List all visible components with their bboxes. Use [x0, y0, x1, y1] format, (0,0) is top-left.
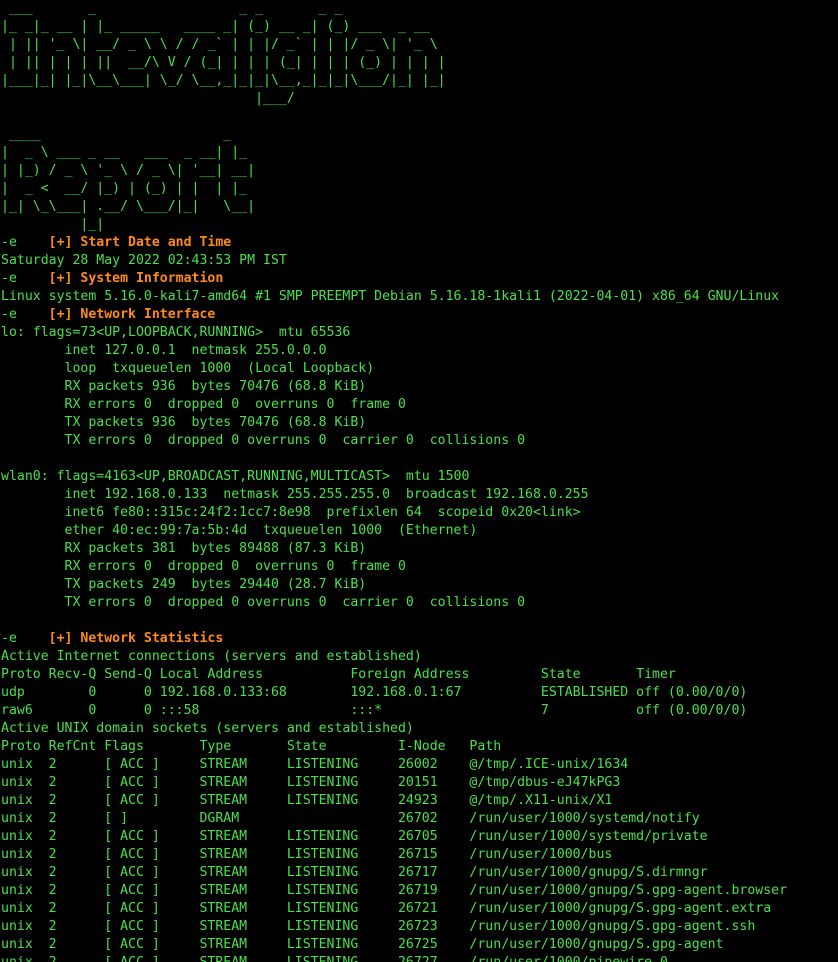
output-line: unix 2 [ ACC ] STREAM LISTENING 24923 @/… [1, 793, 613, 808]
output-line: inet6 fe80::315c:24f2:1cc7:8e98 prefixle… [1, 505, 581, 520]
banner-line: ___ _ _ _ _ _ [1, 1, 343, 16]
output-line: unix 2 [ ACC ] STREAM LISTENING 26723 /r… [1, 919, 756, 934]
section-header: -e [+] Network Statistics [1, 630, 838, 648]
output-line: raw6 0 0 :::58 :::* 7 off (0.00/0/0) [1, 703, 748, 718]
output-line: ether 40:ec:99:7a:5b:4d txqueuelen 1000 … [1, 523, 478, 538]
banner-line: | _ < __/ |_) | (_) | | | |_ [1, 181, 248, 196]
banner-line: |_ _|_ __ | |_ _____ ____ _| (_) __ _| (… [1, 19, 430, 34]
echo-flag-prefix: -e [1, 235, 49, 250]
echo-flag-prefix: -e [1, 307, 49, 322]
banner-line: |___|_| |_|\__\___| \_/ \__,_|_|_|\__,_|… [1, 73, 446, 88]
section-title: [+] Network Statistics [48, 631, 224, 646]
section-title: [+] Network Interface [48, 307, 216, 322]
output-line: inet 192.168.0.133 netmask 255.255.255.0… [1, 487, 589, 502]
echo-flag-prefix: -e [1, 271, 49, 286]
section-header: -e [+] Start Date and Time [1, 234, 838, 252]
output-line: Linux system 5.16.0-kali7-amd64 #1 SMP P… [1, 289, 780, 304]
output-line: TX packets 249 bytes 29440 (28.7 KiB) [1, 577, 367, 592]
output-line: Active Internet connections (servers and… [1, 649, 422, 664]
output-line: Saturday 28 May 2022 02:43:53 PM IST [1, 253, 287, 268]
output-line: unix 2 [ ACC ] STREAM LISTENING 26705 /r… [1, 829, 708, 844]
report-section: -e [+] System Information Linux system 5.… [1, 270, 838, 306]
banner-line: | |_) / _ \ '_ \ / _ \| '__| __| [1, 163, 256, 178]
output-line: unix 2 [ ACC ] STREAM LISTENING 26717 /r… [1, 865, 708, 880]
terminal-window[interactable]: ___ _ _ _ _ _ |_ _|_ __ | |_ _____ ____ _… [1, 0, 838, 962]
output-line: inet 127.0.0.1 netmask 255.0.0.0 [1, 343, 327, 358]
banner-line: ____ _ [1, 127, 232, 142]
output-line: unix 2 [ ACC ] STREAM LISTENING 26002 @/… [1, 757, 629, 772]
banner-line: |_| [1, 217, 105, 232]
section-header: -e [+] Network Interface [1, 306, 838, 324]
output-line: unix 2 [ ACC ] STREAM LISTENING 26725 /r… [1, 937, 724, 952]
banner-line: | || '_ \| __/ _ \ \ / / _` | | |/ _` | … [1, 37, 438, 52]
banner-line [1, 108, 838, 126]
echo-flag-prefix: -e [1, 631, 49, 646]
output-line: unix 2 [ ACC ] STREAM LISTENING 26715 /r… [1, 847, 613, 862]
output-line: unix 2 [ ACC ] STREAM LISTENING 20151 @/… [1, 775, 621, 790]
report-section: -e [+] Network Statistics Active Internet… [1, 630, 838, 962]
section-header: -e [+] System Information [1, 270, 838, 288]
output-line: lo: flags=73<UP,LOOPBACK,RUNNING> mtu 65… [1, 325, 351, 340]
output-line: Proto RefCnt Flags Type State I-Node Pat… [1, 739, 502, 754]
output-line: RX errors 0 dropped 0 overruns 0 frame 0 [1, 397, 406, 412]
report-section: -e [+] Start Date and Time Saturday 28 Ma… [1, 234, 838, 270]
output-line: RX packets 936 bytes 70476 (68.8 KiB) [1, 379, 367, 394]
banner-line: | _ \ ___ _ __ ___ _ __| |_ [1, 145, 248, 160]
output-line: TX packets 936 bytes 70476 (68.8 KiB) [1, 415, 367, 430]
ascii-banner: ___ _ _ _ _ _ |_ _|_ __ | |_ _____ ____ _… [1, 0, 838, 234]
output-line: loop txqueuelen 1000 (Local Loopback) [1, 361, 375, 376]
output-line: RX errors 0 dropped 0 overruns 0 frame 0 [1, 559, 406, 574]
section-title: [+] System Information [48, 271, 224, 286]
banner-line: | || | | | || __/\ V / (_| | | | (_| | |… [1, 55, 446, 70]
output-line: Active UNIX domain sockets (servers and … [1, 721, 414, 736]
output-line: unix 2 [ ACC ] STREAM LISTENING 26721 /r… [1, 901, 772, 916]
output-line: unix 2 [ ACC ] STREAM LISTENING 26719 /r… [1, 883, 788, 898]
output-line: TX errors 0 dropped 0 overruns 0 carrier… [1, 433, 526, 448]
output-line: RX packets 381 bytes 89488 (87.3 KiB) [1, 541, 367, 556]
report-output: -e [+] Start Date and Time Saturday 28 Ma… [1, 234, 838, 962]
output-line: unix 2 [ ] DGRAM 26702 /run/user/1000/sy… [1, 811, 700, 826]
output-line: Proto Recv-Q Send-Q Local Address Foreig… [1, 667, 676, 682]
output-line: wlan0: flags=4163<UP,BROADCAST,RUNNING,M… [1, 469, 470, 484]
output-line: TX errors 0 dropped 0 overruns 0 carrier… [1, 595, 526, 610]
output-line: udp 0 0 192.168.0.133:68 192.168.0.1:67 … [1, 685, 748, 700]
report-section: -e [+] Network Interface lo: flags=73<UP,… [1, 306, 838, 630]
banner-line: |___/ [1, 91, 295, 106]
output-line: unix 2 [ ACC ] STREAM LISTENING 26727 /r… [1, 954, 838, 962]
section-title: [+] Start Date and Time [48, 235, 232, 250]
banner-line: |_| \_\___| .__/ \___/|_| \__| [1, 199, 256, 214]
